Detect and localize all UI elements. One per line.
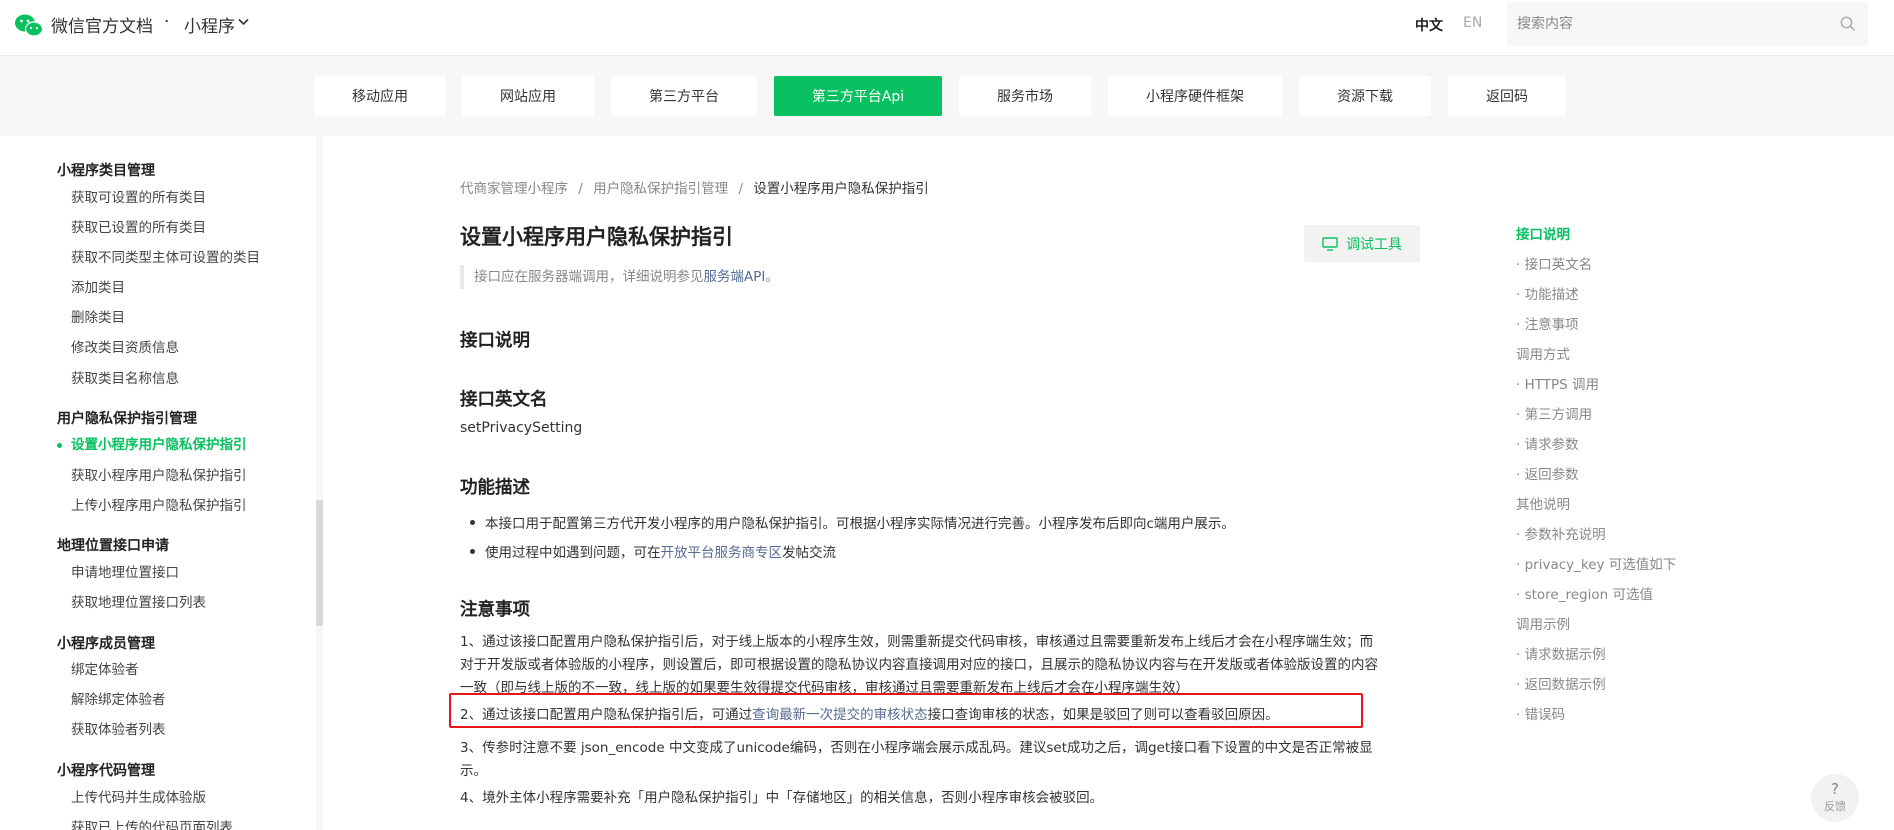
note-line: 对于开发版或者体验版的小程序，则设置后，即可根据设置的隐私协议内容直接调用对应的…: [460, 657, 1378, 673]
chevron-down-icon[interactable]: [238, 18, 249, 26]
toc-item[interactable]: · privacy_key 可选值如下: [1516, 553, 1676, 573]
sidebar-group-title[interactable]: 小程序成员管理: [57, 633, 155, 653]
breadcrumb: 代商家管理小程序 / 用户隐私保护指引管理 / 设置小程序用户隐私保护指引: [460, 177, 929, 197]
toc-item[interactable]: · 错误码: [1516, 703, 1565, 723]
toc-item[interactable]: · 返回参数: [1516, 463, 1579, 483]
nav-tab-service-market[interactable]: 服务市场: [959, 76, 1091, 116]
question-icon: ?: [1831, 780, 1839, 798]
sidebar-nav: 小程序类目管理 获取可设置的所有类目 获取已设置的所有类目 获取不同类型主体可设…: [0, 136, 318, 830]
sidebar-item[interactable]: 获取类目名称信息: [71, 367, 179, 387]
sidebar-item[interactable]: 上传代码并生成体验版: [71, 786, 206, 806]
toc-item[interactable]: · 功能描述: [1516, 283, 1579, 303]
breadcrumb-separator: /: [578, 181, 583, 197]
toc-item[interactable]: · 接口英文名: [1516, 253, 1592, 273]
bullet-icon: [470, 548, 475, 554]
sidebar-item[interactable]: 获取体验者列表: [71, 718, 166, 738]
breadcrumb-separator: /: [738, 181, 744, 197]
notice-end: 。: [765, 269, 779, 285]
toc-item[interactable]: · 第三方调用: [1516, 403, 1592, 423]
nav-tab-third-party[interactable]: 第三方平台: [611, 76, 757, 116]
toc-item[interactable]: 调用方式: [1516, 343, 1570, 363]
highlight-annotation-box: [449, 693, 1363, 728]
debug-tool-label: 调试工具: [1346, 236, 1402, 253]
sidebar-item[interactable]: 添加类目: [71, 276, 125, 296]
toc-item[interactable]: · 返回数据示例: [1516, 673, 1606, 693]
monitor-icon: [1322, 236, 1338, 251]
list-item: 使用过程中如遇到问题，可在开放平台服务商专区发帖交流: [470, 541, 836, 561]
toc-item[interactable]: 调用示例: [1516, 613, 1570, 633]
note-line: 4、境外主体小程序需要补充「用户隐私保护指引」中「存储地区」的相关信息，否则小程…: [460, 790, 1104, 806]
breadcrumb-link[interactable]: 用户隐私保护指引管理: [593, 181, 728, 197]
nav-tab-hardware-framework[interactable]: 小程序硬件框架: [1108, 76, 1282, 116]
sidebar-item[interactable]: 解除绑定体验者: [71, 688, 166, 708]
feedback-label: 反馈: [1824, 800, 1846, 813]
brand-title[interactable]: 微信官方文档: [51, 12, 153, 37]
toc-item[interactable]: · store_region 可选值: [1516, 583, 1653, 603]
toc-item[interactable]: · 请求参数: [1516, 433, 1579, 453]
debug-tool-button[interactable]: 调试工具: [1304, 225, 1420, 262]
sidebar-group-title[interactable]: 小程序代码管理: [57, 760, 155, 780]
function-text-2-end: 发帖交流: [782, 545, 836, 561]
sidebar-item[interactable]: 上传小程序用户隐私保护指引: [71, 494, 247, 514]
notice-callout: 接口应在服务器端调用，详细说明参见服务端API。: [460, 265, 779, 289]
sidebar-item[interactable]: 绑定体验者: [71, 658, 139, 678]
sidebar-item[interactable]: 修改类目资质信息: [71, 336, 179, 356]
active-bullet-icon: [57, 443, 62, 448]
toc-item[interactable]: · 参数补充说明: [1516, 523, 1606, 543]
toc-item[interactable]: · 注意事项: [1516, 313, 1579, 333]
sidebar-item[interactable]: 获取可设置的所有类目: [71, 186, 206, 206]
sidebar-scrollbar-thumb[interactable]: [316, 500, 323, 626]
search-icon[interactable]: [1840, 16, 1856, 32]
section-heading-notes: 注意事项: [460, 600, 530, 620]
sidebar-item[interactable]: 获取小程序用户隐私保护指引: [71, 464, 247, 484]
note-line: 1、通过该接口配置用户隐私保护指引后，对于线上版本的小程序生效，则需重新提交代码…: [460, 634, 1374, 650]
toc-item[interactable]: · HTTPS 调用: [1516, 373, 1599, 393]
section-heading-api-name: 接口英文名: [460, 390, 548, 410]
note-line: 3、传参时注意不要 json_encode 中文变成了unicode编码，否则在…: [460, 740, 1373, 756]
nav-tab-website-app[interactable]: 网站应用: [462, 76, 594, 116]
server-api-link[interactable]: 服务端API: [704, 269, 766, 285]
sidebar-item[interactable]: 获取已上传的代码页面列表: [71, 816, 233, 830]
brand-separator: ·: [164, 12, 170, 32]
sidebar-item[interactable]: 删除类目: [71, 306, 125, 326]
bullet-icon: [470, 519, 475, 525]
sidebar-item[interactable]: 申请地理位置接口: [71, 561, 179, 581]
sidebar-group-title[interactable]: 地理位置接口申请: [57, 535, 169, 555]
section-heading-intro: 接口说明: [460, 331, 530, 351]
sidebar-item[interactable]: 获取地理位置接口列表: [71, 591, 206, 611]
platform-nav: 移动应用 网站应用 第三方平台 第三方平台Api 服务市场 小程序硬件框架 资源…: [0, 56, 1894, 136]
sidebar-scrollbar-track[interactable]: [316, 136, 323, 830]
sidebar-group-title[interactable]: 用户隐私保护指引管理: [57, 408, 197, 428]
notice-text: 接口应在服务器端调用，详细说明参见: [474, 269, 704, 285]
list-item: 本接口用于配置第三方代开发小程序的用户隐私保护指引。可根据小程序实际情况进行完善…: [470, 512, 1235, 532]
lang-zh-button[interactable]: 中文: [1415, 15, 1443, 35]
feedback-button[interactable]: ? 反馈: [1811, 774, 1859, 822]
nav-tab-mobile-app[interactable]: 移动应用: [314, 76, 446, 116]
section-heading-function: 功能描述: [460, 478, 530, 498]
wechat-logo-icon[interactable]: [14, 12, 44, 40]
breadcrumb-current: 设置小程序用户隐私保护指引: [753, 181, 929, 197]
product-switcher[interactable]: 小程序: [184, 12, 235, 37]
page-title: 设置小程序用户隐私保护指引: [460, 225, 733, 249]
note-line: 示。: [460, 763, 487, 779]
api-name-value: setPrivacySetting: [460, 420, 583, 436]
sidebar-item[interactable]: 获取不同类型主体可设置的类目: [71, 246, 260, 266]
lang-en-button[interactable]: EN: [1463, 15, 1482, 31]
sidebar-item-active[interactable]: 设置小程序用户隐私保护指引: [71, 433, 247, 453]
function-text-1: 本接口用于配置第三方代开发小程序的用户隐私保护指引。可根据小程序实际情况进行完善…: [485, 516, 1235, 532]
nav-tab-downloads[interactable]: 资源下载: [1299, 76, 1431, 116]
function-text-2: 使用过程中如遇到问题，可在: [485, 545, 661, 561]
nav-tab-return-codes[interactable]: 返回码: [1448, 76, 1566, 116]
toc-item[interactable]: · 请求数据示例: [1516, 643, 1606, 663]
toc-item-active[interactable]: 接口说明: [1516, 223, 1570, 243]
top-header: 微信官方文档 · 小程序 中文 EN: [0, 0, 1894, 56]
nav-tab-third-party-api[interactable]: 第三方平台Api: [774, 76, 942, 116]
sidebar-item[interactable]: 获取已设置的所有类目: [71, 216, 206, 236]
sidebar-group-title[interactable]: 小程序类目管理: [57, 160, 155, 180]
search-input[interactable]: [1507, 2, 1868, 46]
search-box: [1507, 2, 1868, 46]
breadcrumb-link[interactable]: 代商家管理小程序: [460, 181, 568, 197]
toc-item[interactable]: 其他说明: [1516, 493, 1570, 513]
service-provider-zone-link[interactable]: 开放平台服务商专区: [661, 545, 783, 561]
